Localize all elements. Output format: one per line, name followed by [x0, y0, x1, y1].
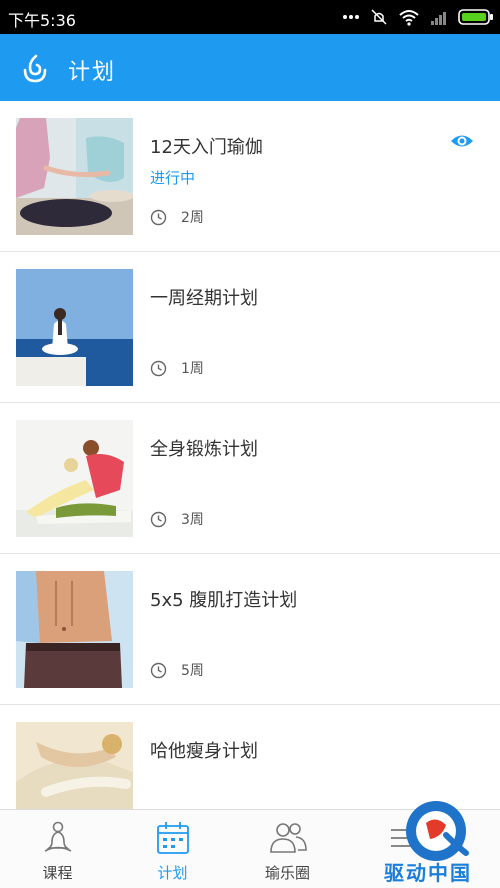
clock-icon: [150, 360, 167, 376]
page-title: 计划: [68, 60, 117, 85]
signal-icon: [431, 12, 446, 25]
status-icons: [342, 6, 494, 28]
status-bar: 下午5:36: [0, 0, 500, 34]
plan-item-hatha[interactable]: 哈他瘦身计划: [0, 705, 500, 809]
plan-thumbnail: [16, 571, 133, 688]
plan-duration: 5周: [150, 660, 204, 680]
app-bar: 计划: [0, 34, 500, 101]
more-dots-icon: [343, 15, 359, 19]
nav-label: 计划: [157, 864, 188, 882]
nav-tab-courses[interactable]: 课程: [0, 810, 115, 888]
meditation-person-icon: [44, 821, 71, 852]
watermark-logo-icon: [406, 801, 469, 861]
plan-duration-text: 3周: [181, 512, 204, 528]
watermark: 驱动中国: [380, 795, 500, 888]
clock-icon: [150, 209, 167, 225]
nav-tab-community[interactable]: 瑜乐圈: [230, 810, 345, 888]
plan-duration: 1周: [150, 358, 204, 378]
plan-item-beginner-yoga[interactable]: 12天入门瑜伽 进行中 2周: [0, 101, 500, 252]
nav-tab-plans[interactable]: 计划: [115, 810, 230, 888]
plan-item-full-body[interactable]: 全身锻炼计划 3周: [0, 403, 500, 554]
mute-icon: [371, 9, 387, 25]
battery-icon: [458, 9, 493, 25]
plan-duration-text: 2周: [181, 210, 204, 226]
plan-duration: 3周: [150, 509, 204, 529]
plan-list: 12天入门瑜伽 进行中 2周 一周经期计划 1周 全身锻炼计划 3周 5x5 腹…: [0, 101, 500, 809]
eye-icon[interactable]: [450, 132, 474, 150]
plan-title: 全身锻炼计划: [150, 439, 258, 460]
wifi-icon: [399, 10, 419, 26]
clock-icon: [150, 662, 167, 678]
plan-item-period-plan[interactable]: 一周经期计划 1周: [0, 252, 500, 403]
people-icon: [269, 823, 307, 853]
app-logo-icon[interactable]: [18, 52, 50, 84]
status-time: 下午5:36: [8, 11, 76, 30]
calendar-icon: [156, 822, 189, 854]
plan-item-abs[interactable]: 5x5 腹肌打造计划 5周: [0, 554, 500, 705]
plan-title: 5x5 腹肌打造计划: [150, 590, 298, 611]
plan-thumbnail: [16, 269, 133, 386]
plan-title: 一周经期计划: [150, 288, 258, 309]
plan-title: 12天入门瑜伽: [150, 137, 263, 158]
nav-label: 课程: [42, 864, 73, 882]
nav-label: 瑜乐圈: [264, 864, 310, 882]
plan-thumbnail: [16, 722, 133, 809]
plan-title: 哈他瘦身计划: [150, 741, 258, 762]
plan-duration-text: 5周: [181, 663, 204, 679]
plan-thumbnail: [16, 420, 133, 537]
plan-duration: 2周: [150, 207, 204, 227]
clock-icon: [150, 511, 167, 527]
plan-status-badge: 进行中: [150, 169, 196, 187]
watermark-text: 驱动中国: [384, 861, 472, 885]
plan-thumbnail: [16, 118, 133, 235]
plan-duration-text: 1周: [181, 361, 204, 377]
